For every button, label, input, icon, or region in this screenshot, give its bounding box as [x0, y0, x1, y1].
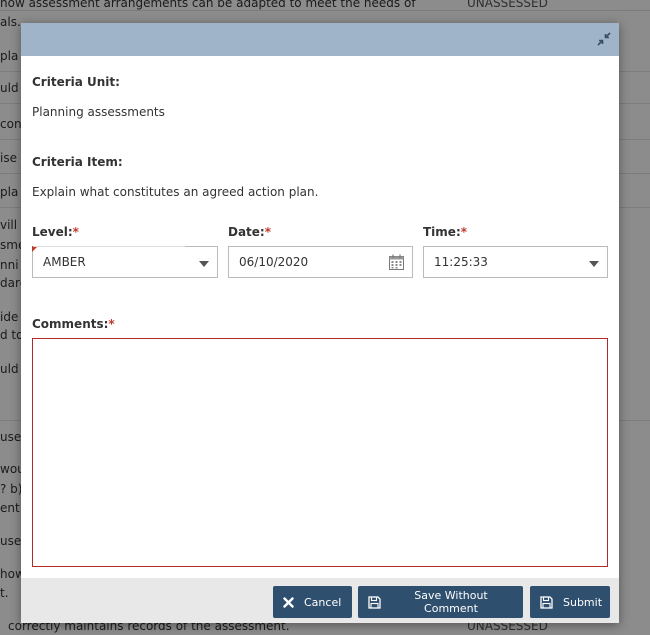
- save-icon: [540, 595, 553, 609]
- time-label: Time:*: [423, 225, 468, 239]
- save-without-comment-label: Save Without Comment: [414, 589, 488, 615]
- comments-label: Comments:*: [32, 317, 115, 331]
- submit-button[interactable]: Submit: [530, 586, 610, 618]
- save-icon: [368, 595, 381, 609]
- calendar-icon[interactable]: [389, 254, 404, 273]
- dialog-footer: Cancel Save Without Comment Submit: [21, 578, 619, 623]
- collapse-icon: [597, 31, 611, 49]
- required-marker: *: [72, 225, 79, 239]
- chevron-down-icon: [589, 255, 599, 267]
- time-select[interactable]: 11:25:33: [423, 246, 608, 278]
- required-marker: *: [460, 225, 468, 239]
- dialog-header: [21, 23, 619, 56]
- date-input[interactable]: 06/10/2020: [228, 246, 413, 278]
- level-select-value: AMBER: [43, 255, 86, 269]
- submit-button-label: Submit: [563, 595, 603, 609]
- required-marker: *: [108, 317, 115, 331]
- cancel-button-label: Cancel: [304, 595, 342, 609]
- criteria-unit-value: Planning assessments: [32, 105, 165, 119]
- chevron-down-icon: [199, 255, 209, 267]
- save-without-comment-button[interactable]: Save Without Comment: [358, 586, 523, 618]
- assessment-dialog: Criteria Unit: Planning assessments Crit…: [21, 23, 619, 623]
- level-label: Level:*: [32, 225, 79, 239]
- criteria-item-label: Criteria Item:: [32, 155, 123, 169]
- date-label: Date:*: [228, 225, 272, 239]
- level-select[interactable]: AMBER: [32, 246, 218, 278]
- required-marker: *: [264, 225, 272, 239]
- comments-textarea[interactable]: [32, 338, 608, 567]
- time-select-value: 11:25:33: [434, 255, 488, 269]
- cancel-button[interactable]: Cancel: [273, 586, 352, 618]
- date-input-value: 06/10/2020: [239, 255, 309, 269]
- collapse-button[interactable]: [595, 31, 613, 49]
- close-icon: [283, 596, 294, 608]
- criteria-unit-label: Criteria Unit:: [32, 75, 120, 89]
- criteria-item-value: Explain what constitutes an agreed actio…: [32, 185, 319, 199]
